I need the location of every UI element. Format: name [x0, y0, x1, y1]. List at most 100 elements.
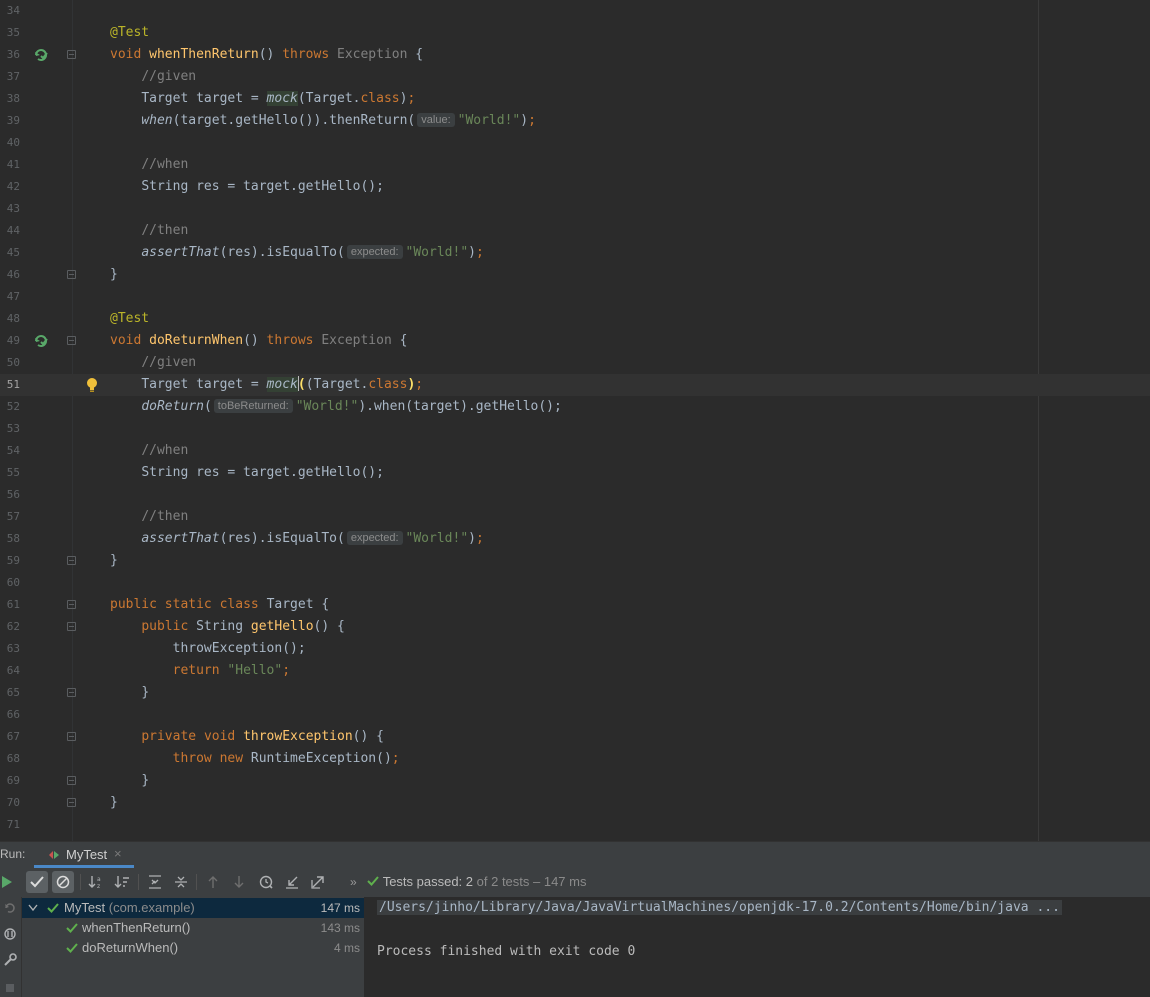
code-line[interactable]: 62 public String getHello() { [0, 616, 1150, 638]
test-status-summary: » Tests passed: 2 of 2 tests – 147 ms [350, 874, 587, 889]
line-number: 39 [6, 114, 20, 127]
code-line[interactable]: 70 } [0, 792, 1150, 814]
line-number: 52 [6, 400, 20, 413]
chevron-down-icon[interactable] [28, 904, 38, 912]
code-line[interactable]: 68 throw new RuntimeException(); [0, 748, 1150, 770]
fold-toggle-icon[interactable] [67, 600, 76, 609]
code-line[interactable]: 55 String res = target.getHello(); [0, 462, 1150, 484]
code-line[interactable]: 54 //when [0, 440, 1150, 462]
check-icon [30, 876, 44, 888]
settings-wrench-icon[interactable] [3, 953, 17, 967]
code-line[interactable]: 35 @Test [0, 22, 1150, 44]
code-line[interactable]: 41 //when [0, 154, 1150, 176]
line-number: 63 [6, 642, 20, 655]
code-line[interactable]: 47 [0, 286, 1150, 308]
rerun-failed-icon[interactable] [3, 901, 17, 915]
fold-toggle-icon[interactable] [67, 622, 76, 631]
run-side-toolbar [0, 897, 22, 997]
fold-toggle-icon[interactable] [67, 776, 76, 785]
console-command-line[interactable]: /Users/jinho/Library/Java/JavaVirtualMac… [377, 900, 1062, 915]
code-line[interactable]: 42 String res = target.getHello(); [0, 176, 1150, 198]
run-test-gutter-icon[interactable] [33, 333, 49, 349]
run-label: Run: [0, 847, 26, 861]
code-line[interactable]: 59 } [0, 550, 1150, 572]
code-line[interactable]: 36 void whenThenReturn() throws Exceptio… [0, 44, 1150, 66]
fold-toggle-icon[interactable] [67, 732, 76, 741]
code-line[interactable]: 71 [0, 814, 1150, 836]
fold-toggle-icon[interactable] [67, 688, 76, 697]
show-passed-toggle[interactable] [26, 871, 48, 893]
fold-toggle-icon[interactable] [67, 270, 76, 279]
fold-toggle-icon[interactable] [67, 798, 76, 807]
export-tests-button[interactable] [307, 871, 329, 893]
code-line[interactable]: 43 [0, 198, 1150, 220]
code-line[interactable]: 61 public static class Target { [0, 594, 1150, 616]
line-number: 44 [6, 224, 20, 237]
code-line[interactable]: 67 private void throwException() { [0, 726, 1150, 748]
test-tree-item[interactable]: doReturnWhen() 4 ms [22, 938, 364, 958]
collapse-all-button[interactable] [170, 871, 192, 893]
code-line[interactable]: 53 [0, 418, 1150, 440]
code-line[interactable]: 65 } [0, 682, 1150, 704]
code-line[interactable]: 57 //then [0, 506, 1150, 528]
code-line[interactable]: 66 [0, 704, 1150, 726]
import-tests-button[interactable] [281, 871, 303, 893]
fold-toggle-icon[interactable] [67, 50, 76, 59]
test-tree-root[interactable]: MyTest (com.example) 147 ms [22, 898, 364, 918]
test-duration: 143 ms [320, 921, 360, 935]
sort-by-duration-button[interactable] [111, 871, 133, 893]
console-output[interactable]: /Users/jinho/Library/Java/JavaVirtualMac… [365, 897, 1150, 997]
code-line[interactable]: 38 Target target = mock(Target.class); [0, 88, 1150, 110]
parameter-hint: expected: [346, 245, 403, 259]
line-number: 35 [6, 26, 20, 39]
expand-all-button[interactable] [144, 871, 166, 893]
code-line[interactable]: 50 //given [0, 352, 1150, 374]
line-number: 58 [6, 532, 20, 545]
sort-alphabetically-button[interactable]: az [85, 871, 107, 893]
sort-duration-icon [114, 876, 129, 888]
close-icon[interactable]: × [114, 846, 122, 861]
code-line[interactable]: 37 //given [0, 66, 1150, 88]
show-ignored-toggle[interactable] [52, 871, 74, 893]
code-line[interactable]: 34 [0, 0, 1150, 22]
lightbulb-icon[interactable] [85, 377, 99, 393]
stop-icon[interactable] [3, 981, 17, 995]
line-number: 40 [6, 136, 20, 149]
line-number: 37 [6, 70, 20, 83]
line-number: 55 [6, 466, 20, 479]
test-duration: 147 ms [320, 901, 360, 915]
rerun-button[interactable] [0, 871, 18, 893]
code-line[interactable]: 48 @Test [0, 308, 1150, 330]
fold-toggle-icon[interactable] [67, 336, 76, 345]
parameter-hint: toBeReturned: [213, 399, 293, 413]
toolbar-overflow-icon[interactable]: » [350, 875, 357, 889]
code-line[interactable]: 45 assertThat(res).isEqualTo(expected: "W… [0, 242, 1150, 264]
line-number: 67 [6, 730, 20, 743]
code-line[interactable]: 39 when(target.getHello()).thenReturn(va… [0, 110, 1150, 132]
code-line[interactable]: 49 void doReturnWhen() throws Exception … [0, 330, 1150, 352]
code-line[interactable]: 63 throwException(); [0, 638, 1150, 660]
next-failed-button[interactable] [228, 871, 250, 893]
current-code-line[interactable]: 51 Target target = mock((Target.class); [0, 374, 1150, 396]
svg-text:z: z [97, 883, 100, 889]
test-tree-item[interactable]: whenThenReturn() 143 ms [22, 918, 364, 938]
code-line[interactable]: 52 doReturn(toBeReturned: "World!").when(… [0, 396, 1150, 418]
code-line[interactable]: 58 assertThat(res).isEqualTo(expected: "W… [0, 528, 1150, 550]
code-line[interactable]: 60 [0, 572, 1150, 594]
code-line[interactable]: 46 } [0, 264, 1150, 286]
run-test-gutter-icon[interactable] [33, 47, 49, 63]
code-line[interactable]: 56 [0, 484, 1150, 506]
code-line[interactable]: 44 //then [0, 220, 1150, 242]
test-history-button[interactable] [255, 871, 277, 893]
fold-toggle-icon[interactable] [67, 556, 76, 565]
code-line[interactable]: 40 [0, 132, 1150, 154]
code-line[interactable]: 64 return "Hello"; [0, 660, 1150, 682]
run-toolbar: az » Tests passed: 2 of 2 tests – 147 ms [0, 867, 1150, 897]
test-results-tree[interactable]: MyTest (com.example) 147 ms whenThenRetu… [22, 897, 365, 997]
previous-failed-button[interactable] [202, 871, 224, 893]
code-line[interactable]: 69 } [0, 770, 1150, 792]
line-number: 53 [6, 422, 20, 435]
code-editor[interactable]: 34 35 @Test 36 void whenThenReturn() thro… [0, 0, 1150, 841]
tab-mytest[interactable]: MyTest × [34, 842, 134, 868]
toggle-auto-test-icon[interactable] [3, 927, 17, 941]
